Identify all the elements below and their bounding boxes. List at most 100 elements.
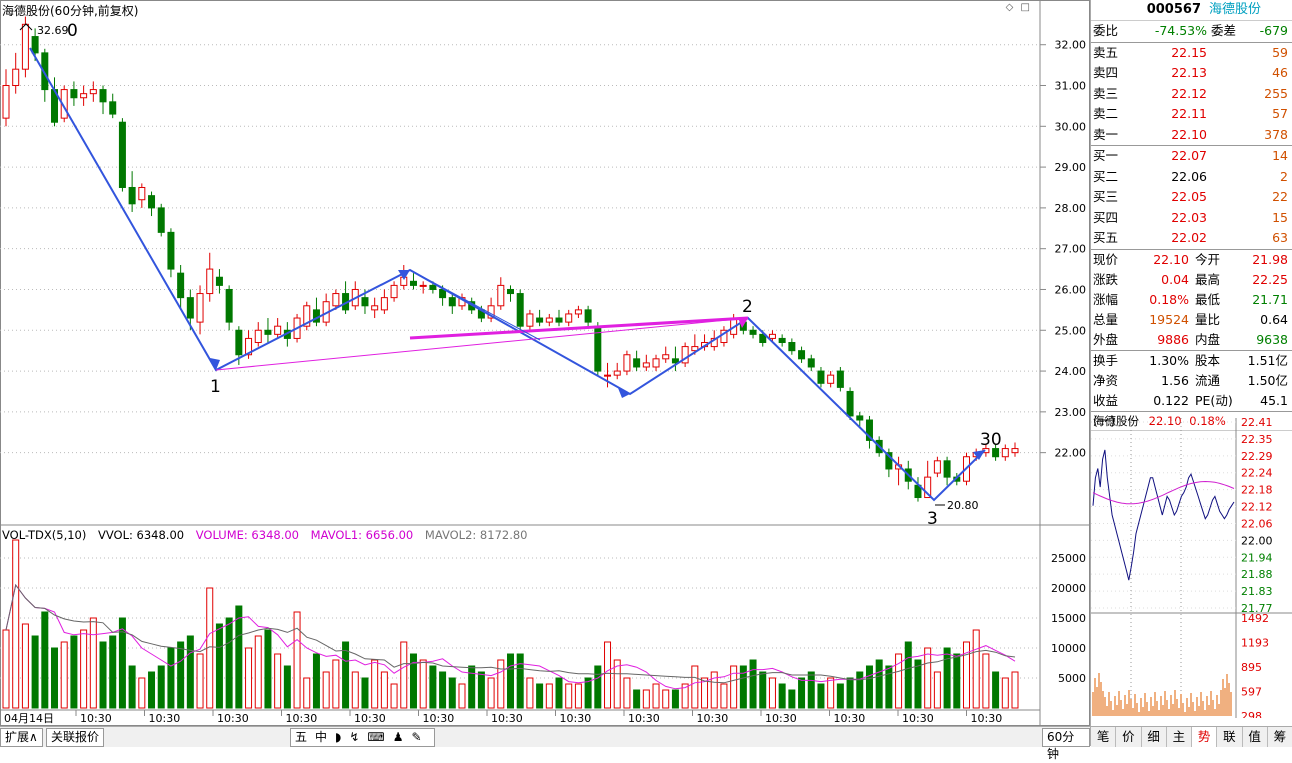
- sell-orders: 卖五 22.15 59 卖四 22.13 46 卖三 22.12 255 卖二 22.11 57 卖一 2…: [1091, 43, 1292, 146]
- volume-bar: [167, 647, 175, 709]
- order-label: 买一: [1093, 148, 1119, 163]
- volume-bar: [322, 671, 330, 709]
- volume-bar: [574, 683, 582, 709]
- fundamentals-2: 换手 1.30% 股本 1.51亿 净资 1.56 流通 1.50亿 收益(一) 0.122 PE(…: [1091, 351, 1292, 428]
- order-price: 22.10: [1171, 126, 1207, 142]
- candle-body: [856, 415, 864, 421]
- candle-body: [70, 89, 78, 99]
- candle-body: [933, 460, 941, 474]
- volume-bar: [933, 671, 941, 709]
- volume-bar: [924, 647, 932, 709]
- order-volume: 14: [1272, 148, 1288, 163]
- order-row: 买二 22.06 2: [1091, 167, 1292, 188]
- order-label: 卖四: [1093, 65, 1119, 80]
- volume-bar: [264, 629, 272, 709]
- info-cell: 股本: [1195, 352, 1221, 368]
- volume-bar: [225, 617, 233, 709]
- volume-bar: [70, 635, 78, 709]
- volume-bar: [604, 641, 612, 709]
- price-tick-8: 24.00: [1055, 365, 1087, 378]
- period-label[interactable]: 60分钟: [1042, 728, 1090, 761]
- order-volume: 22: [1272, 189, 1288, 204]
- candle-body: [565, 313, 573, 323]
- toolbar-icons[interactable]: 五中◗↯⌨♟✎: [290, 728, 435, 747]
- candle-body: [429, 284, 437, 290]
- low-price-label: 20.80: [947, 499, 979, 512]
- volume-bar: [807, 671, 815, 709]
- volume-bar: [865, 665, 873, 709]
- info-cell: 21.98: [1252, 251, 1288, 267]
- volume-bar: [303, 677, 311, 709]
- order-row: 卖四 22.13 46: [1091, 63, 1292, 84]
- candle-body: [167, 231, 175, 270]
- time-label: 10:30: [834, 712, 866, 725]
- related-quote-tab[interactable]: 关联报价: [46, 728, 105, 747]
- time-label: 10:30: [971, 712, 1003, 725]
- price-tick-1: 31.00: [1055, 80, 1087, 93]
- candle-body: [545, 317, 553, 323]
- volume-bar: [351, 671, 359, 709]
- price-tick-3: 29.00: [1055, 161, 1087, 174]
- sidebar-tab[interactable]: 主: [1167, 727, 1192, 747]
- info-cell: 45.1: [1260, 392, 1288, 408]
- volume-bar: [332, 659, 340, 709]
- price-tick-5: 27.00: [1055, 243, 1087, 256]
- volume-bar: [671, 689, 679, 709]
- candle-body: [817, 370, 825, 384]
- sidebar-tab[interactable]: 联: [1217, 727, 1243, 747]
- order-label: 卖三: [1093, 85, 1119, 101]
- volume-bar: [749, 659, 757, 709]
- volume-bar: [778, 683, 786, 709]
- sidebar-tab[interactable]: 细: [1142, 727, 1167, 747]
- high-price-label: 32.69: [37, 24, 69, 37]
- candle-body: [836, 370, 844, 388]
- expand-tab[interactable]: 扩展∧: [0, 728, 43, 747]
- volume-bar: [293, 611, 301, 709]
- sidebar-tab[interactable]: 笔: [1091, 727, 1117, 747]
- vol-volume: VOLUME: 6348.00: [195, 528, 299, 542]
- volume-bar: [109, 635, 117, 709]
- volume-bar: [274, 653, 282, 709]
- order-volume: 63: [1272, 230, 1288, 245]
- order-row: 买一 22.07 14: [1091, 146, 1292, 167]
- stock-code: 000567: [1146, 2, 1201, 17]
- intraday-mini-chart[interactable]: 22.41 22.35 22.29 22.24 22.18 22.12 22.06 22.00…: [1091, 418, 1292, 718]
- candle-body: [662, 354, 670, 360]
- candle-body: [788, 342, 796, 352]
- volume-bar: [400, 641, 408, 709]
- main-chart-area: 海德股份(60分钟,前复权) ◇ □ 32.00 31.00 30.00 29.00 2…: [0, 0, 1090, 761]
- order-row: 卖五 22.15 59: [1091, 43, 1292, 64]
- price-tick-7: 25.00: [1055, 324, 1087, 337]
- time-label-first: 04月14日: [4, 712, 54, 725]
- volume-bar: [51, 647, 59, 709]
- sidebar-tab[interactable]: 势: [1192, 727, 1218, 747]
- sidebar-tab[interactable]: 价: [1116, 727, 1142, 747]
- order-row: 卖三 22.12 255: [1091, 84, 1292, 105]
- order-volume: 46: [1272, 65, 1288, 80]
- order-row: 买四 22.03 15: [1091, 208, 1292, 229]
- sidebar-tab[interactable]: 筹: [1268, 727, 1292, 747]
- candle-body: [536, 317, 544, 323]
- volume-bar: [448, 677, 456, 709]
- time-label: 10:30: [560, 712, 592, 725]
- sidebar-tab[interactable]: 值: [1243, 727, 1268, 747]
- candle-body: [148, 195, 156, 209]
- volume-bar: [827, 677, 835, 709]
- candle-body: [380, 297, 388, 311]
- candlestick-chart[interactable]: 32.00 31.00 30.00 29.00 28.00 27.00 26.00 25.00…: [0, 0, 1090, 726]
- volume-bar: [138, 677, 146, 709]
- volume-bar: [342, 641, 350, 709]
- order-label: 卖一: [1093, 126, 1119, 142]
- order-label: 买二: [1093, 168, 1119, 184]
- order-price: 22.12: [1171, 85, 1207, 101]
- candle-body: [613, 370, 621, 376]
- candle-body: [157, 207, 165, 233]
- volume-bar: [691, 665, 699, 709]
- info-cell: 流通: [1195, 372, 1221, 388]
- volume-tick-4: 5000: [1058, 672, 1086, 685]
- volume-bar: [41, 611, 49, 709]
- candle-body: [186, 297, 194, 319]
- volume-bar: [516, 653, 524, 709]
- candle-body: [264, 329, 272, 335]
- mini-tick: 22.24: [1241, 467, 1273, 480]
